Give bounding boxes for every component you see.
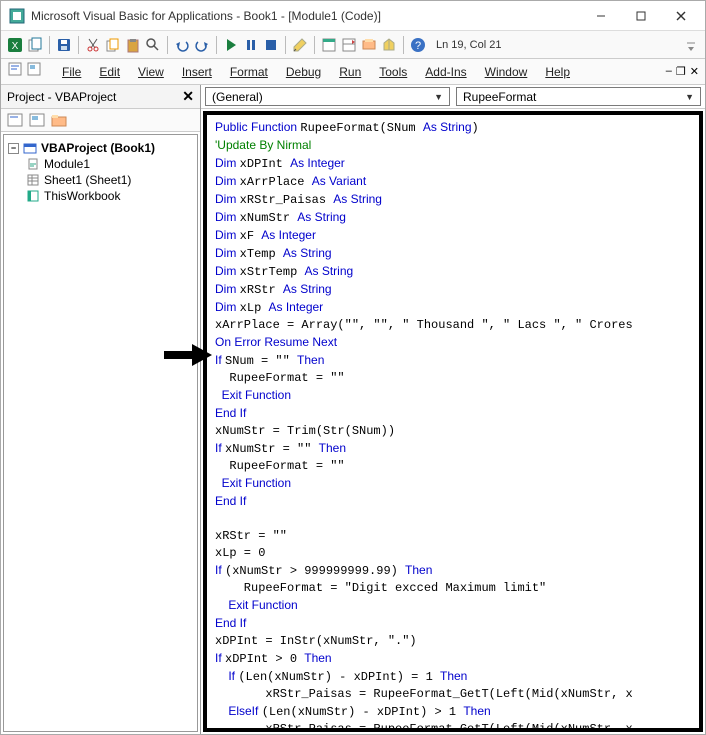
toolbar-overflow-icon[interactable] (683, 37, 699, 53)
project-explorer-close-button[interactable]: ✕ (182, 88, 194, 105)
copy-icon[interactable] (105, 37, 121, 53)
object-browser-icon[interactable] (361, 37, 377, 53)
app-icon (9, 8, 25, 24)
maximize-button[interactable] (629, 4, 653, 28)
tree-item-label: ThisWorkbook (44, 189, 120, 203)
vba-window: Microsoft Visual Basic for Applications … (0, 0, 706, 735)
help-icon[interactable]: ? (410, 37, 426, 53)
design-mode-icon[interactable] (292, 37, 308, 53)
run-icon[interactable] (223, 37, 239, 53)
mdi-restore-button[interactable]: ❐ (676, 65, 686, 78)
view-object-icon[interactable] (29, 113, 45, 127)
tree-item-label: Sheet1 (Sheet1) (44, 173, 131, 187)
close-button[interactable] (669, 4, 693, 28)
cut-icon[interactable] (85, 37, 101, 53)
toggle-folders-icon[interactable] (51, 113, 67, 127)
collapse-icon[interactable]: − (8, 143, 19, 154)
menu-format[interactable]: Format (222, 62, 276, 82)
reset-icon[interactable] (263, 37, 279, 53)
module-icon (26, 157, 40, 171)
project-tree[interactable]: − VBAProject (Book1) Module1 Sheet1 (She… (3, 134, 198, 732)
chevron-down-icon: ▼ (434, 92, 443, 102)
titlebar: Microsoft Visual Basic for Applications … (1, 1, 705, 31)
toolbar-separator (403, 36, 404, 54)
paste-icon[interactable] (125, 37, 141, 53)
procedure-dropdown[interactable]: RupeeFormat ▼ (456, 87, 701, 106)
toolbar-separator (314, 36, 315, 54)
break-icon[interactable] (243, 37, 259, 53)
menu-view[interactable]: View (130, 62, 172, 82)
toolbar-separator (216, 36, 217, 54)
excel-host-icon[interactable]: X (7, 37, 23, 53)
properties-icon[interactable] (341, 37, 357, 53)
toolbar-separator (285, 36, 286, 54)
window-title: Microsoft Visual Basic for Applications … (31, 9, 589, 23)
view-code-icon[interactable] (7, 113, 23, 127)
menu-file[interactable]: File (54, 62, 89, 82)
tree-item-sheet[interactable]: Sheet1 (Sheet1) (26, 173, 193, 187)
redo-icon[interactable] (194, 37, 210, 53)
mdi-minimize-button[interactable]: – (666, 65, 672, 78)
project-explorer-icon[interactable] (321, 37, 337, 53)
cursor-position: Ln 19, Col 21 (436, 39, 501, 51)
project-name: VBAProject (Book1) (41, 141, 155, 155)
menu-help[interactable]: Help (537, 62, 578, 82)
toolbox-icon[interactable] (381, 37, 397, 53)
object-dropdown[interactable]: (General) ▼ (205, 87, 450, 106)
workbook-icon (26, 189, 40, 203)
project-explorer: Project - VBAProject ✕ − VBAProject (Boo… (1, 85, 201, 734)
tree-item-workbook[interactable]: ThisWorkbook (26, 189, 193, 203)
chevron-down-icon: ▼ (685, 92, 694, 102)
view-object-icon[interactable] (26, 61, 42, 82)
menu-tools[interactable]: Tools (371, 62, 415, 82)
project-toolbar (1, 109, 200, 132)
menu-addins[interactable]: Add-Ins (417, 62, 474, 82)
code-editor-container: Public Function RupeeFormat(SNum As Stri… (203, 111, 703, 732)
sheet-icon (26, 173, 40, 187)
menubar: File Edit View Insert Format Debug Run T… (1, 59, 705, 85)
menu-insert[interactable]: Insert (174, 62, 220, 82)
project-explorer-title: Project - VBAProject (7, 90, 116, 104)
menu-window[interactable]: Window (477, 62, 536, 82)
mdi-close-button[interactable]: ✕ (690, 65, 699, 78)
toolbar-separator (49, 36, 50, 54)
menu-run[interactable]: Run (331, 62, 369, 82)
menu-edit[interactable]: Edit (91, 62, 128, 82)
toolbar-separator (167, 36, 168, 54)
insert-menu-icon[interactable] (27, 37, 43, 53)
tree-root[interactable]: − VBAProject (Book1) (8, 141, 193, 155)
minimize-button[interactable] (589, 4, 613, 28)
view-code-icon[interactable] (7, 61, 23, 82)
procedure-dropdown-value: RupeeFormat (463, 90, 536, 104)
save-icon[interactable] (56, 37, 72, 53)
find-icon[interactable] (145, 37, 161, 53)
undo-icon[interactable] (174, 37, 190, 53)
menu-debug[interactable]: Debug (278, 62, 329, 82)
svg-text:X: X (12, 41, 19, 52)
code-editor[interactable]: Public Function RupeeFormat(SNum As Stri… (207, 115, 699, 732)
svg-text:?: ? (415, 40, 421, 52)
tree-item-label: Module1 (44, 157, 90, 171)
toolbar-separator (78, 36, 79, 54)
project-explorer-header: Project - VBAProject ✕ (1, 85, 200, 109)
annotation-arrow-icon (164, 344, 212, 366)
object-dropdown-value: (General) (212, 90, 263, 104)
code-pane: (General) ▼ RupeeFormat ▼ Public Functio… (201, 85, 705, 734)
tree-item-module[interactable]: Module1 (26, 157, 193, 171)
project-icon (23, 141, 37, 155)
main-area: Project - VBAProject ✕ − VBAProject (Boo… (1, 85, 705, 734)
standard-toolbar: X ? Ln 19, Col 21 (1, 31, 705, 59)
